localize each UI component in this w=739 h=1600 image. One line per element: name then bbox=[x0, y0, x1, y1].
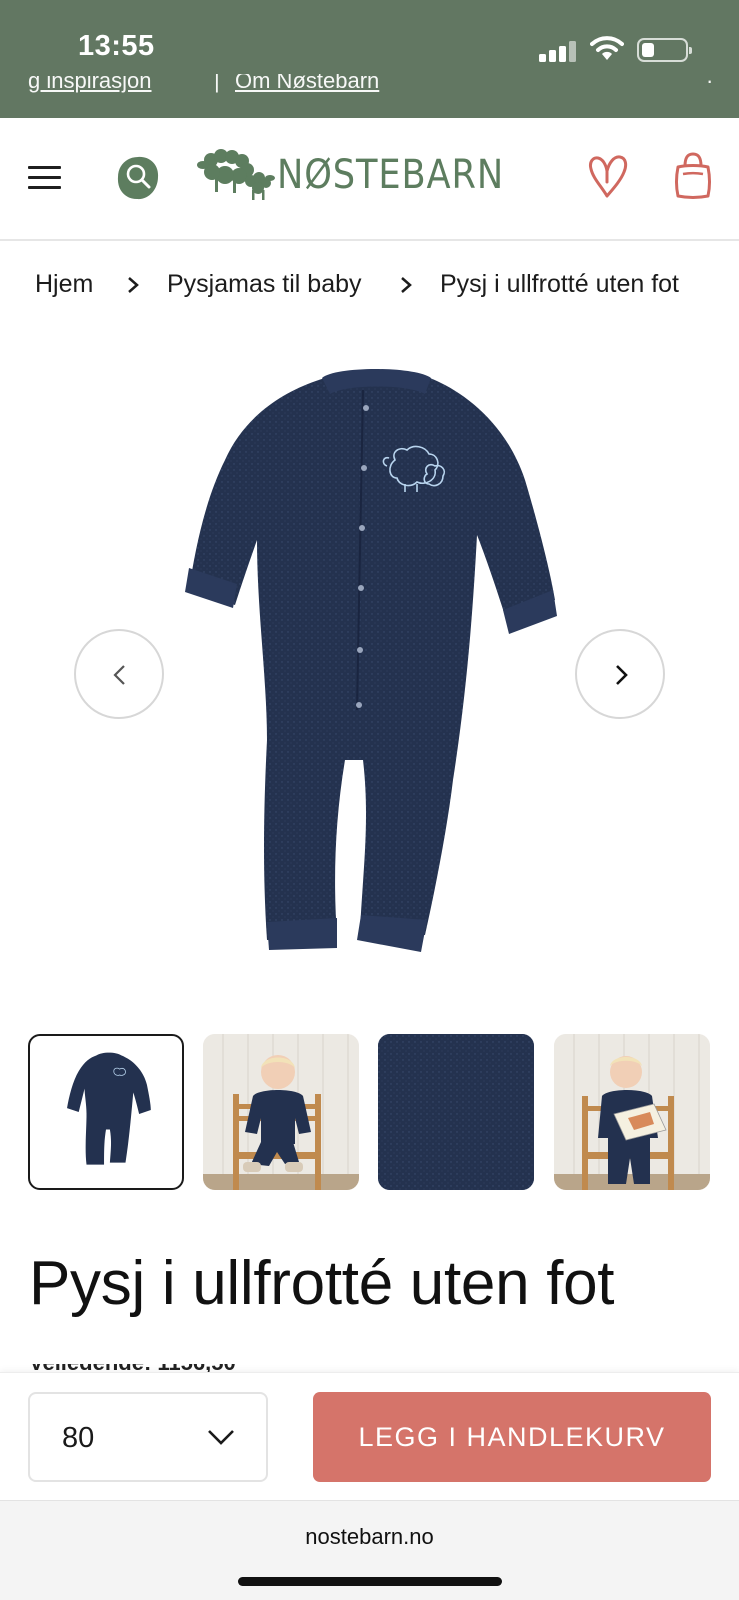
breadcrumb: Hjem Pysjamas til baby Pysj i ullfrotté … bbox=[0, 266, 739, 306]
thumbnail-product[interactable] bbox=[28, 1034, 184, 1190]
status-time: 13:55 bbox=[78, 30, 155, 62]
home-indicator[interactable] bbox=[238, 1577, 502, 1586]
site-header: NØSTEBARN bbox=[0, 118, 739, 241]
browser-url-bar: nostebarn.no bbox=[0, 1500, 739, 1600]
chevron-right-icon bbox=[128, 277, 139, 293]
thumbnail-fabric-closeup[interactable] bbox=[378, 1034, 534, 1190]
top-link-inspiration[interactable]: g inspirasjon bbox=[28, 74, 152, 94]
gallery-next-button[interactable] bbox=[575, 629, 665, 719]
chevron-left-icon bbox=[113, 665, 125, 685]
wishlist-button[interactable] bbox=[588, 152, 628, 200]
search-icon bbox=[117, 156, 159, 200]
breadcrumb-current: Pysj i ullfrotté uten fot bbox=[440, 270, 680, 298]
product-main-image[interactable] bbox=[185, 360, 570, 980]
top-link-separator: | bbox=[214, 74, 220, 93]
logo-text: NØSTEBARN bbox=[277, 152, 505, 198]
cellular-signal-icon bbox=[539, 40, 577, 62]
top-link-more: · bbox=[706, 74, 714, 93]
cart-button[interactable] bbox=[674, 152, 712, 200]
size-select-value: 80 bbox=[62, 1422, 95, 1454]
sticky-purchase-bar: 80 LEGG I HANDLEKURV bbox=[0, 1372, 739, 1500]
product-title: Pysj i ullfrotté uten fot bbox=[29, 1249, 615, 1318]
url-text[interactable]: nostebarn.no bbox=[0, 1524, 739, 1550]
top-links-strip: g inspirasjon | Om Nøstebarn · bbox=[0, 74, 739, 100]
thumbnail-baby-smiling[interactable] bbox=[203, 1034, 359, 1190]
chevron-right-icon bbox=[401, 277, 412, 293]
search-button[interactable] bbox=[116, 155, 160, 201]
size-select[interactable]: 80 bbox=[28, 1392, 268, 1482]
shopping-bag-icon bbox=[675, 152, 711, 199]
status-bar: 13:55 g inspirasjon | Om Nøstebarn · bbox=[0, 0, 739, 118]
breadcrumb-category[interactable]: Pysjamas til baby bbox=[167, 270, 362, 299]
wifi-icon bbox=[590, 36, 624, 60]
top-link-about[interactable]: Om Nøstebarn bbox=[235, 74, 379, 94]
menu-icon[interactable] bbox=[28, 166, 61, 190]
battery-icon bbox=[637, 38, 692, 62]
sheep-logo-icon bbox=[197, 149, 275, 200]
thumbnail-baby-reading[interactable] bbox=[554, 1034, 710, 1190]
chevron-right-icon bbox=[616, 665, 628, 685]
breadcrumb-home[interactable]: Hjem bbox=[35, 270, 93, 299]
heart-icon bbox=[589, 155, 628, 198]
site-logo[interactable]: NØSTEBARN bbox=[197, 148, 503, 208]
add-to-cart-button[interactable]: LEGG I HANDLEKURV bbox=[313, 1392, 711, 1482]
gallery-prev-button[interactable] bbox=[74, 629, 164, 719]
chevron-down-icon bbox=[208, 1430, 234, 1445]
